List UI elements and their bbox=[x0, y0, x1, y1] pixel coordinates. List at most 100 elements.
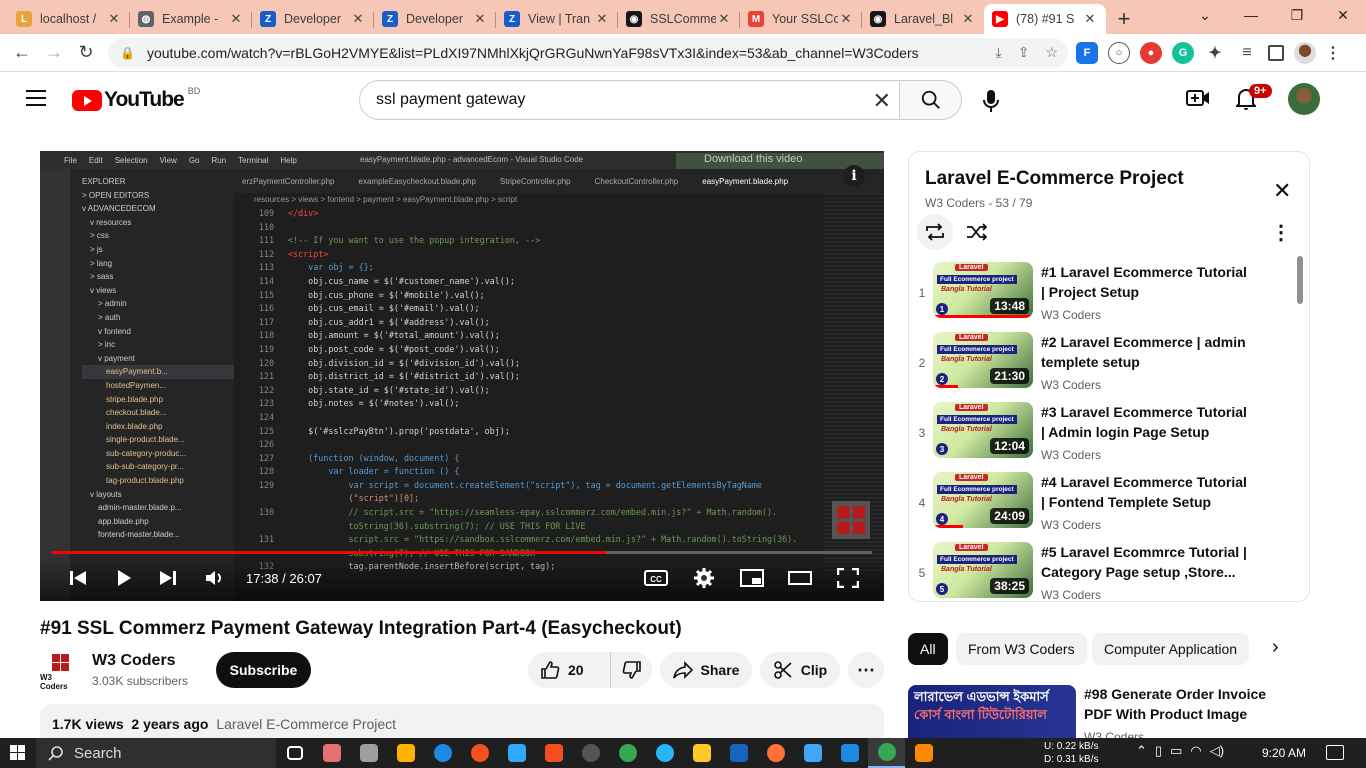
playlist-item-thumbnail[interactable]: Laravel Full Ecommerce project Bangla Tuto… bbox=[933, 262, 1033, 318]
browser-tab[interactable]: M Your SSLCo ✕ bbox=[740, 4, 862, 34]
tab-close-icon[interactable]: ✕ bbox=[106, 11, 122, 27]
video-progress-bar[interactable] bbox=[52, 551, 872, 554]
taskbar-app-store[interactable] bbox=[387, 738, 424, 768]
taskbar-app-vscode[interactable] bbox=[831, 738, 868, 768]
taskbar-app-chrome-active[interactable] bbox=[868, 738, 905, 768]
account-avatar[interactable] bbox=[1288, 83, 1320, 115]
browser-tab[interactable]: ◍ Example - ✕ bbox=[130, 4, 252, 34]
more-actions-button[interactable]: ⋯ bbox=[848, 652, 884, 688]
forward-button[interactable]: → bbox=[38, 37, 70, 69]
playlist-item[interactable]: 4 Laravel Full Ecommerce project Bangla Tut… bbox=[909, 468, 1289, 538]
browser-tab[interactable]: Z View | Tran ✕ bbox=[496, 4, 618, 34]
taskbar-app-firefox[interactable] bbox=[757, 738, 794, 768]
chip-computer-application[interactable]: Computer Application bbox=[1092, 633, 1250, 665]
like-button[interactable]: 20 bbox=[528, 652, 610, 688]
tab-close-icon[interactable]: ✕ bbox=[960, 11, 976, 27]
play-button[interactable] bbox=[110, 566, 138, 590]
chip-all[interactable]: All bbox=[908, 633, 948, 665]
playlist-item-thumbnail[interactable]: Laravel Full Ecommerce project Bangla Tuto… bbox=[933, 402, 1033, 458]
device-icon[interactable]: ▯ bbox=[1155, 743, 1162, 759]
clock[interactable]: 9:20 AM bbox=[1262, 746, 1306, 760]
playlist-item-thumbnail[interactable]: Laravel Full Ecommerce project Bangla Tuto… bbox=[933, 542, 1033, 598]
captions-button[interactable]: CC bbox=[642, 566, 670, 590]
taskbar-app-photoshop[interactable] bbox=[498, 738, 535, 768]
wifi-icon[interactable]: ◠ bbox=[1190, 743, 1201, 759]
taskbar-app-task-view[interactable] bbox=[276, 738, 313, 768]
new-tab-button[interactable]: + bbox=[1106, 4, 1142, 34]
browser-tab[interactable]: ◉ SSLComme ✕ bbox=[618, 4, 740, 34]
reload-button[interactable]: ↻ bbox=[70, 37, 102, 69]
taskbar-search[interactable]: Search bbox=[36, 738, 276, 768]
chip-from-channel[interactable]: From W3 Coders bbox=[956, 633, 1087, 665]
video-info-icon[interactable]: i bbox=[843, 165, 865, 187]
recommended-thumbnail[interactable]: লারাভেল এডভান্স ইকমার্স কোর্স বাংলা টিউট… bbox=[908, 685, 1076, 745]
youtube-logo[interactable]: YouTube BD bbox=[72, 86, 200, 112]
playlist-item[interactable]: 5 Laravel Full Ecommerce project Bangla Tut… bbox=[909, 538, 1289, 601]
playlist-close-icon[interactable]: ✕ bbox=[1273, 178, 1291, 204]
taskbar-app-edge[interactable] bbox=[424, 738, 461, 768]
dislike-button[interactable] bbox=[610, 652, 652, 688]
maximize-button[interactable]: ❐ bbox=[1274, 0, 1320, 30]
settings-button[interactable] bbox=[690, 566, 718, 590]
extension-icon[interactable]: ● bbox=[1140, 42, 1162, 64]
share-page-icon[interactable]: ⇪ bbox=[1018, 44, 1030, 61]
channel-watermark-icon[interactable] bbox=[832, 501, 870, 539]
tab-search-icon[interactable]: ⌄ bbox=[1182, 0, 1228, 30]
playlist-item-thumbnail[interactable]: Laravel Full Ecommerce project Bangla Tuto… bbox=[933, 472, 1033, 528]
battery-icon[interactable]: ▭ bbox=[1170, 743, 1182, 759]
minimize-button[interactable]: — bbox=[1228, 0, 1274, 30]
browser-tab[interactable]: Z Developer ✕ bbox=[374, 4, 496, 34]
notification-center-icon[interactable] bbox=[1326, 745, 1344, 760]
shuffle-playlist-button[interactable] bbox=[959, 214, 995, 250]
taskbar-app-telegram[interactable] bbox=[646, 738, 683, 768]
taskbar-app-settings[interactable] bbox=[350, 738, 387, 768]
playlist-item[interactable]: 1 Laravel Full Ecommerce project Bangla Tut… bbox=[909, 258, 1289, 328]
tab-active[interactable]: ▶ (78) #91 S ✕ bbox=[984, 4, 1106, 34]
share-button[interactable]: Share bbox=[660, 652, 752, 688]
video-player[interactable]: File Edit Selection View Go Run Terminal Help e… bbox=[40, 151, 884, 601]
next-button[interactable] bbox=[154, 566, 182, 590]
playlist-title[interactable]: Laravel E-Commerce Project bbox=[925, 168, 1184, 190]
previous-button[interactable] bbox=[64, 566, 92, 590]
search-input[interactable]: ssl payment gateway ✕ bbox=[359, 80, 900, 120]
browser-tab[interactable]: Z Developer ✕ bbox=[252, 4, 374, 34]
taskbar-app-paint[interactable] bbox=[313, 738, 350, 768]
side-panel-icon[interactable] bbox=[1268, 45, 1284, 61]
tab-close-icon[interactable]: ✕ bbox=[228, 11, 244, 27]
taskbar-app-mail[interactable] bbox=[720, 738, 757, 768]
recommended-title[interactable]: #98 Generate Order Invoice PDF With Prod… bbox=[1084, 684, 1294, 724]
taskbar-app-explorer[interactable] bbox=[683, 738, 720, 768]
media-control-icon[interactable]: ≡ bbox=[1236, 42, 1258, 64]
channel-name[interactable]: W3 Coders bbox=[92, 652, 176, 670]
grammarly-icon[interactable]: G bbox=[1172, 42, 1194, 64]
miniplayer-button[interactable] bbox=[738, 566, 766, 590]
subscribe-button[interactable]: Subscribe bbox=[216, 652, 311, 688]
playlist-item[interactable]: 2 Laravel Full Ecommerce project Bangla Tut… bbox=[909, 328, 1289, 398]
menu-hamburger-icon[interactable] bbox=[26, 90, 46, 106]
volume-button[interactable] bbox=[200, 566, 228, 590]
clear-search-icon[interactable]: ✕ bbox=[873, 88, 891, 114]
taskbar-app-git[interactable] bbox=[461, 738, 498, 768]
chevron-right-icon[interactable]: › bbox=[1272, 636, 1279, 659]
loop-playlist-button[interactable] bbox=[917, 214, 953, 250]
playlist-more-icon[interactable]: ⋮ bbox=[1271, 220, 1291, 245]
profile-avatar[interactable] bbox=[1294, 42, 1316, 64]
theater-mode-button[interactable] bbox=[786, 566, 814, 590]
taskbar-app-obs[interactable] bbox=[572, 738, 609, 768]
tab-close-icon[interactable]: ✕ bbox=[472, 11, 488, 27]
create-button[interactable] bbox=[1186, 88, 1210, 108]
description-playlist-link[interactable]: Laravel E-Commerce Project bbox=[216, 716, 396, 732]
taskbar-app-onedrive[interactable] bbox=[794, 738, 831, 768]
chevron-up-icon[interactable]: ⌃ bbox=[1136, 743, 1147, 759]
fullscreen-button[interactable] bbox=[834, 566, 862, 590]
voice-search-button[interactable] bbox=[975, 88, 1007, 114]
channel-avatar[interactable]: W3 Coders bbox=[40, 652, 80, 692]
playlist-scrollbar[interactable] bbox=[1297, 256, 1303, 304]
taskbar-app-figma[interactable] bbox=[535, 738, 572, 768]
taskbar-app-vlc[interactable] bbox=[905, 738, 942, 768]
tab-close-icon[interactable]: ✕ bbox=[716, 11, 732, 27]
start-button[interactable] bbox=[0, 738, 36, 768]
extensions-puzzle-icon[interactable]: ✦ bbox=[1204, 42, 1226, 64]
playlist-item-thumbnail[interactable]: Laravel Full Ecommerce project Bangla Tuto… bbox=[933, 332, 1033, 388]
chrome-menu-icon[interactable]: ⋮ bbox=[1325, 42, 1341, 64]
